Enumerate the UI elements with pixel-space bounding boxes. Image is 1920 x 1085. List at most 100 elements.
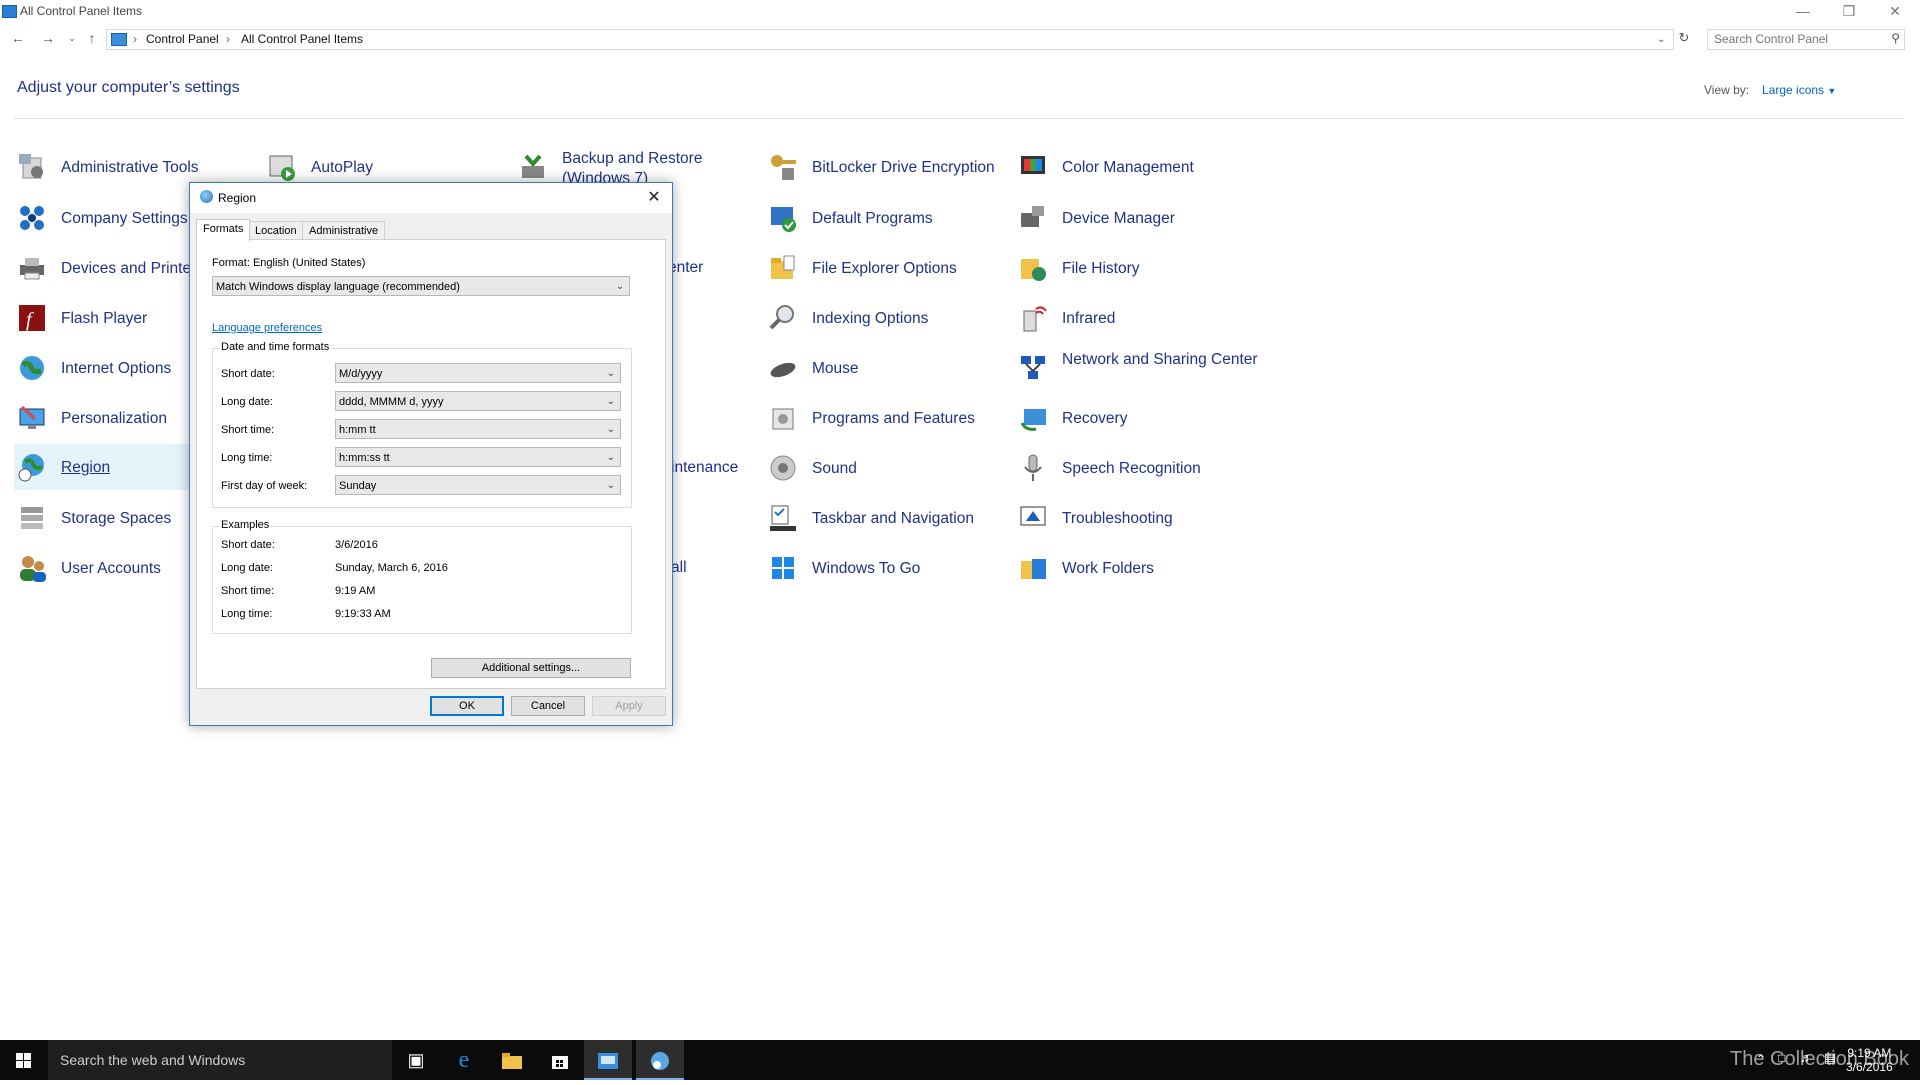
breadcrumb-control-panel[interactable]: Control Panel — [146, 32, 219, 46]
long-date-label: Long date: — [221, 396, 273, 408]
search-input[interactable] — [1708, 30, 1884, 48]
cp-item-file-explorer-options[interactable]: File Explorer Options — [768, 247, 1008, 291]
additional-settings-button[interactable]: Additional settings... — [431, 658, 631, 678]
region-taskbar-icon[interactable] — [636, 1040, 684, 1080]
tab-location[interactable]: Location — [248, 221, 304, 240]
cp-item-partial-label[interactable]: intenance — [671, 459, 738, 477]
personalization-icon — [17, 403, 47, 433]
dialog-close-icon[interactable]: ✕ — [642, 186, 666, 210]
taskbar-search-box[interactable]: Search the web and Windows — [48, 1040, 392, 1080]
action-center-icon[interactable]: ▤ — [1824, 1050, 1836, 1066]
cp-item-color-management[interactable]: Color Management — [1018, 146, 1258, 190]
address-bar[interactable]: › Control Panel › All Control Panel Item… — [106, 29, 1674, 50]
refresh-icon[interactable]: ↻ — [1674, 29, 1694, 47]
cp-item-label: File History — [1062, 260, 1140, 277]
cp-item-infrared[interactable]: Infrared — [1018, 297, 1258, 341]
cp-item-recovery[interactable]: Recovery — [1018, 397, 1258, 441]
cp-item-devices-and-printers[interactable]: Devices and Printe — [17, 247, 189, 291]
breadcrumb-all-items[interactable]: All Control Panel Items — [241, 32, 363, 46]
microphone-icon — [1018, 453, 1048, 483]
cp-item-file-history[interactable]: File History — [1018, 247, 1258, 291]
cp-item-speech-recognition[interactable]: Speech Recognition — [1018, 447, 1258, 491]
cp-item-troubleshooting[interactable]: Troubleshooting — [1018, 497, 1258, 541]
control-panel-location-icon — [111, 33, 127, 46]
flash-player-icon: f — [17, 303, 47, 333]
long-time-select[interactable]: h:mm:ss tt ⌄ — [335, 447, 621, 467]
cp-item-partial-label[interactable]: all — [671, 559, 687, 577]
cp-item-label: Speech Recognition — [1062, 460, 1201, 477]
group-title: Examples — [219, 519, 272, 531]
apply-button[interactable]: Apply — [592, 696, 666, 716]
tab-formats[interactable]: Formats — [196, 219, 251, 241]
globe-icon — [17, 353, 47, 383]
file-explorer-icon[interactable] — [488, 1040, 536, 1080]
ok-button[interactable]: OK — [430, 696, 504, 716]
restore-button[interactable]: ❐ — [1826, 0, 1872, 24]
cp-item-network-and-sharing-center[interactable]: Network and Sharing Center — [1018, 347, 1258, 391]
folder-options-icon — [768, 253, 798, 283]
printer-icon — [17, 253, 47, 283]
taskbar-icon — [768, 503, 798, 533]
network-tray-icon[interactable]: □ — [1778, 1051, 1785, 1065]
short-time-select[interactable]: h:mm tt ⌄ — [335, 419, 621, 439]
cp-item-label: Administrative Tools — [61, 159, 199, 176]
edge-browser-icon[interactable]: e — [440, 1040, 488, 1080]
control-panel-taskbar-icon[interactable] — [584, 1040, 632, 1080]
cp-item-default-programs[interactable]: Default Programs — [768, 197, 1008, 241]
chevron-down-icon: ⌄ — [606, 368, 615, 379]
show-hidden-icons-icon[interactable]: ⌃ — [1756, 1052, 1766, 1066]
cp-item-label: Flash Player — [61, 310, 148, 327]
start-button[interactable] — [0, 1040, 48, 1080]
cp-item-mouse[interactable]: Mouse — [768, 347, 1008, 391]
cp-item-label: Mouse — [812, 360, 859, 377]
administrative-tools-icon — [17, 152, 47, 182]
up-arrow-icon[interactable]: ↑ — [82, 29, 102, 47]
cp-item-label: Storage Spaces — [61, 510, 172, 527]
back-arrow-icon[interactable]: ← — [8, 29, 28, 47]
close-window-button[interactable]: ✕ — [1872, 0, 1918, 24]
user-accounts-icon — [17, 553, 47, 583]
cp-item-indexing-options[interactable]: Indexing Options — [768, 297, 1008, 341]
cp-item-partial-label[interactable]: enter — [668, 259, 703, 277]
file-history-icon — [1018, 253, 1048, 283]
dialog-title: Region — [218, 191, 257, 205]
store-icon[interactable] — [536, 1040, 584, 1080]
formats-tab-panel: Format: English (United States) Match Wi… — [196, 239, 666, 689]
short-time-value: h:mm tt — [339, 424, 376, 436]
cp-item-sound[interactable]: Sound — [768, 447, 1008, 491]
cp-item-device-manager[interactable]: Device Manager — [1018, 197, 1258, 241]
dialog-titlebar: Region ✕ — [190, 183, 672, 213]
cp-item-programs-and-features[interactable]: Programs and Features — [768, 397, 1008, 441]
format-select[interactable]: Match Windows display language (recommen… — [212, 276, 630, 296]
recovery-icon — [1018, 403, 1048, 433]
forward-arrow-icon[interactable]: → — [38, 29, 58, 47]
cp-item-label: Infrared — [1062, 310, 1116, 327]
windows-logo-icon — [16, 1053, 31, 1068]
cp-item-bitlocker[interactable]: BitLocker Drive Encryption — [768, 146, 1008, 190]
header-divider — [14, 118, 1904, 119]
cancel-button[interactable]: Cancel — [511, 696, 585, 716]
cp-item-region[interactable]: Region — [14, 444, 190, 490]
task-view-icon[interactable]: ▣ — [392, 1040, 440, 1080]
region-globe-icon — [200, 190, 213, 203]
tab-administrative[interactable]: Administrative — [302, 221, 386, 240]
long-date-select[interactable]: dddd, MMMM d, yyyy ⌄ — [335, 391, 621, 411]
volume-icon[interactable]: ♬ — [1800, 1050, 1813, 1065]
recent-locations-chevron-icon[interactable]: ⌄ — [62, 29, 82, 47]
minimize-button[interactable]: — — [1780, 0, 1826, 24]
short-date-label: Short date: — [221, 368, 275, 380]
search-icon[interactable]: ⚲ — [1891, 31, 1900, 45]
address-dropdown-chevron-icon[interactable]: ⌄ — [1657, 34, 1665, 45]
view-by-dropdown[interactable]: Large icons ▼ — [1762, 83, 1836, 97]
first-day-of-week-select[interactable]: Sunday ⌄ — [335, 475, 621, 495]
cp-item-taskbar-and-navigation[interactable]: Taskbar and Navigation — [768, 497, 1008, 541]
language-preferences-link[interactable]: Language preferences — [212, 322, 322, 334]
search-box[interactable]: ⚲ — [1707, 29, 1905, 50]
chevron-down-icon: ⌄ — [606, 480, 615, 491]
cp-item-work-folders[interactable]: Work Folders — [1018, 547, 1258, 591]
cp-item-windows-to-go[interactable]: Windows To Go — [768, 547, 1008, 591]
system-clock[interactable]: 9:19 AM 3/6/2016 — [1846, 1046, 1893, 1074]
example-long-time-value: 9:19:33 AM — [335, 608, 391, 620]
cp-item-label: Devices and Printe — [61, 260, 189, 277]
short-date-select[interactable]: M/d/yyyy ⌄ — [335, 363, 621, 383]
